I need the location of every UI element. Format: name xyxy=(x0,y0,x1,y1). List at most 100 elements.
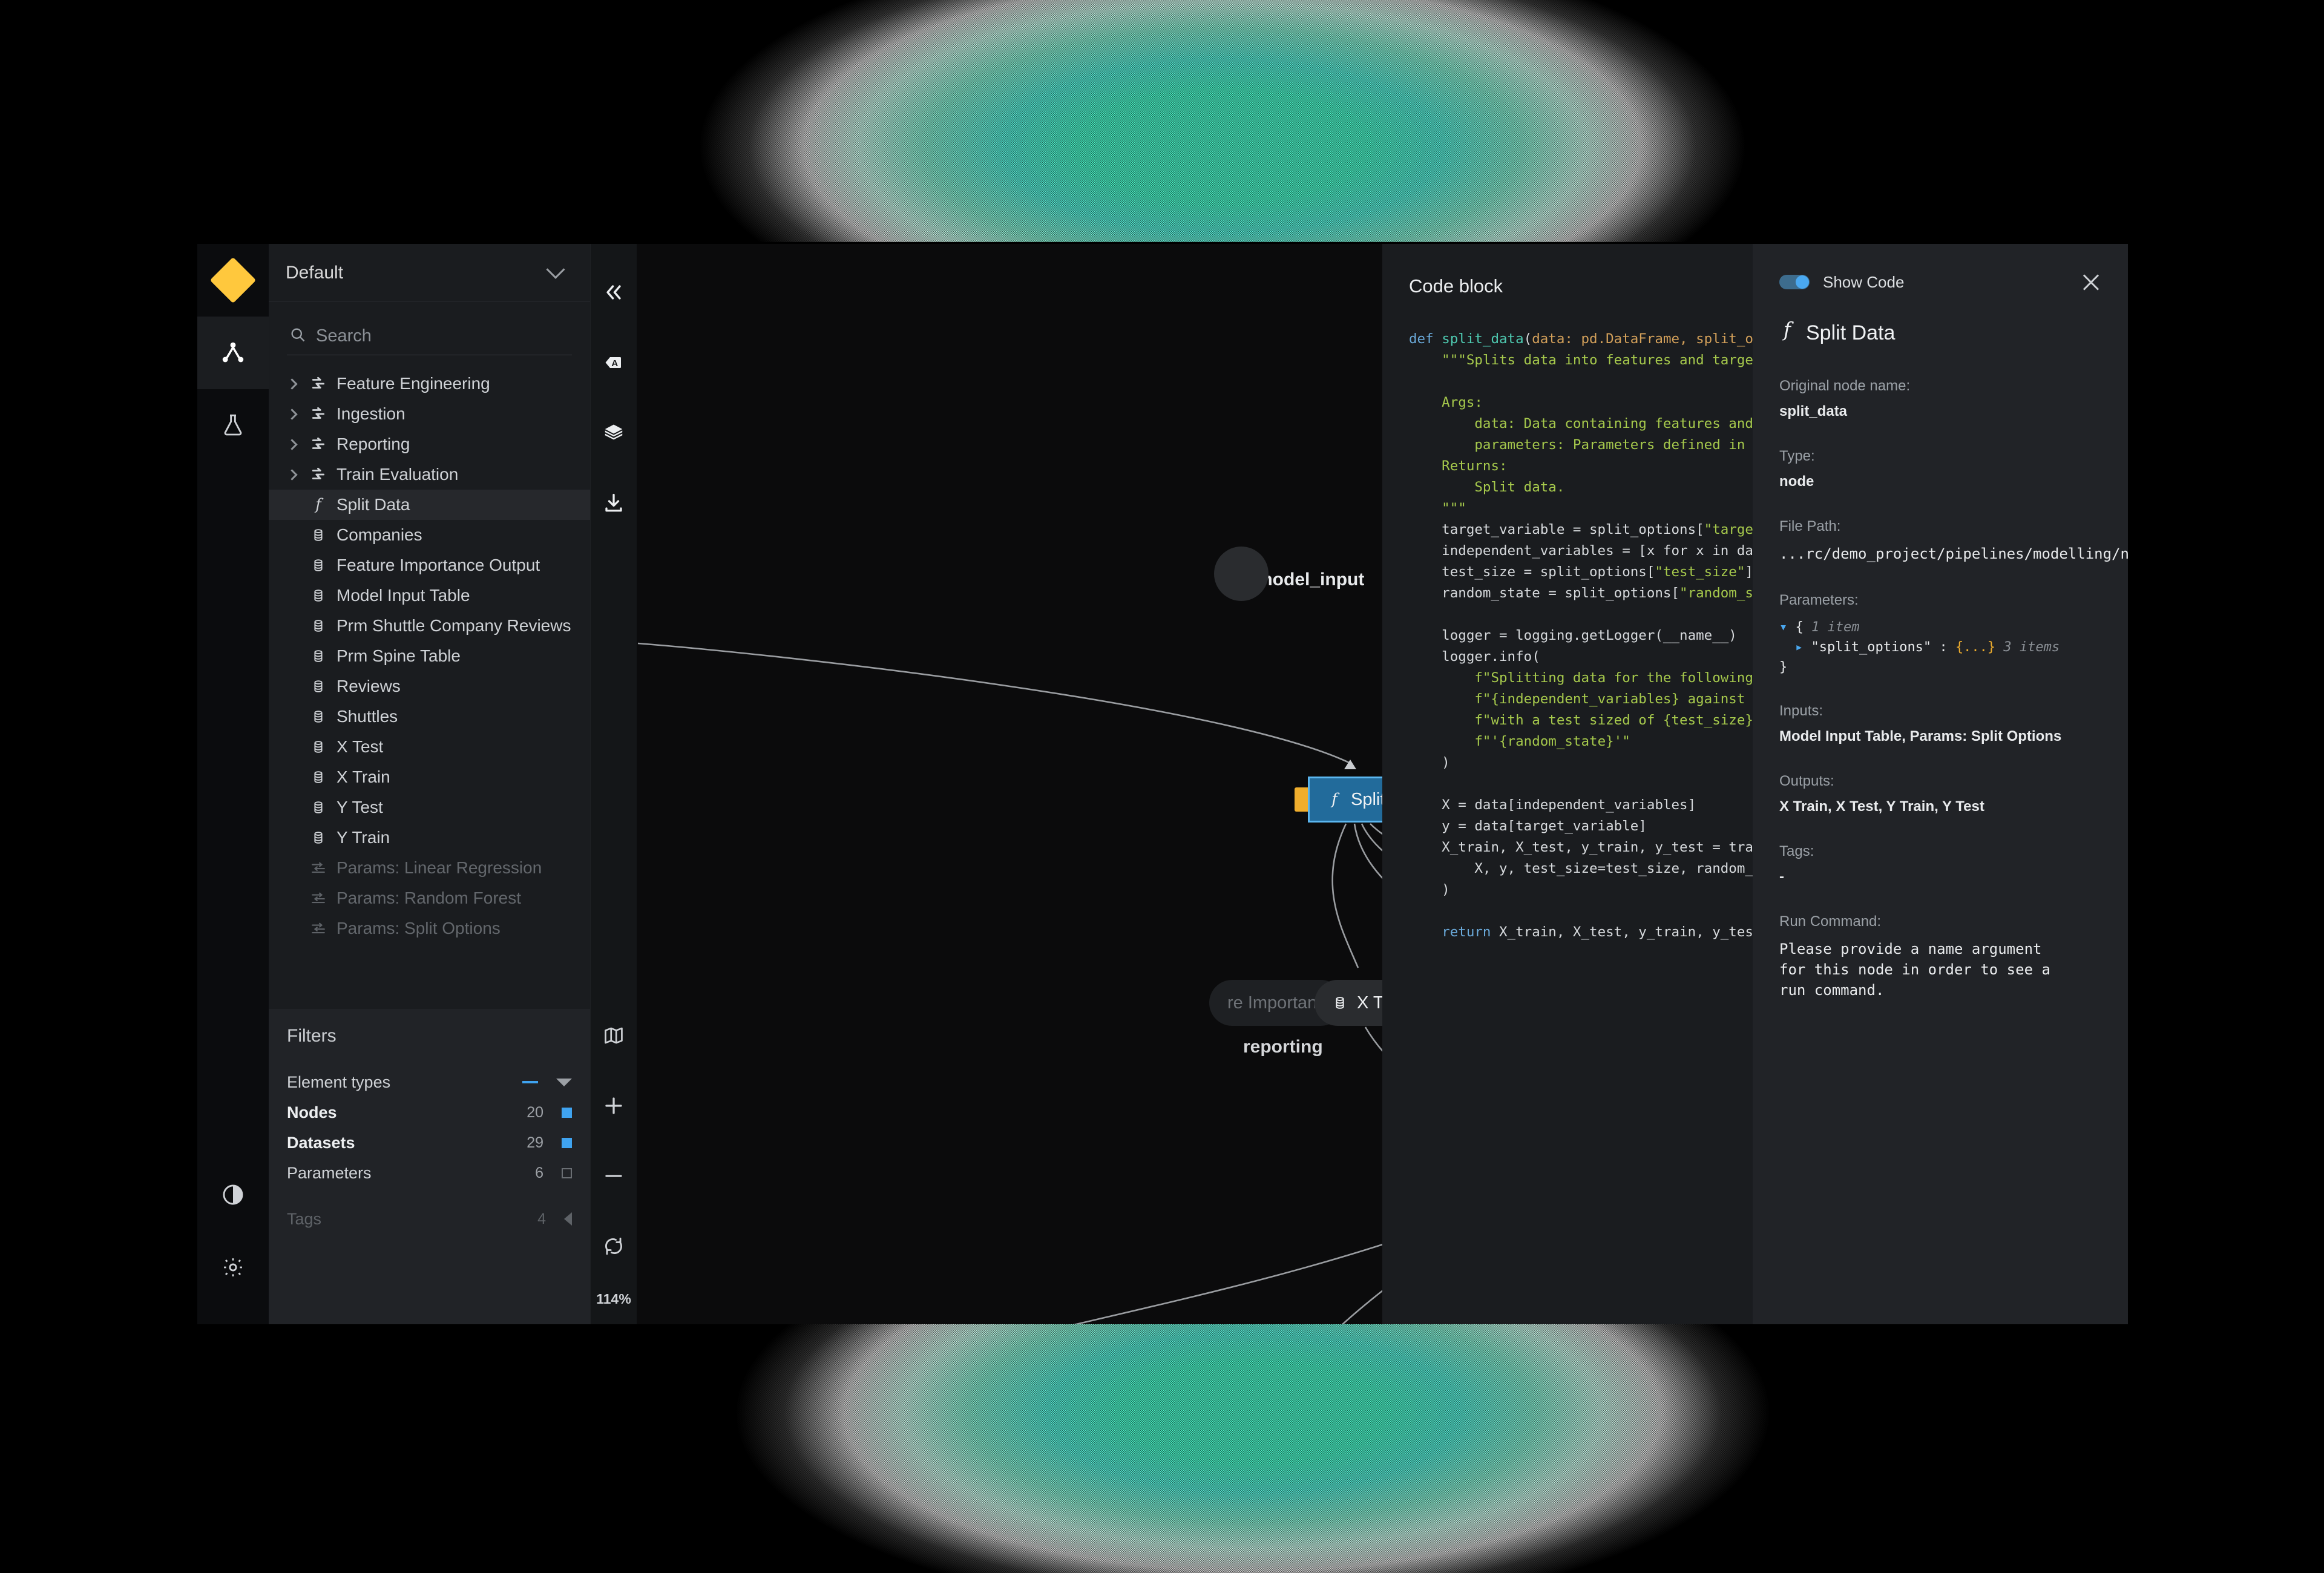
tree-item-label: Prm Shuttle Company Reviews xyxy=(336,616,571,635)
export-graph-button[interactable] xyxy=(591,478,637,531)
tree-item-label: X Train xyxy=(336,767,390,786)
toggle-minimap-button[interactable] xyxy=(591,1010,637,1063)
show-code-toggle[interactable] xyxy=(1779,275,1810,289)
tree-item-label: Y Test xyxy=(336,798,383,816)
chevron-down-icon[interactable] xyxy=(556,1078,572,1086)
metadata-inputs-label: Inputs: xyxy=(1779,703,1823,719)
kedro-logo[interactable] xyxy=(197,244,269,317)
metadata-tags-value: - xyxy=(1779,869,1784,885)
tree-item-params-random-forest[interactable]: Params: Random Forest xyxy=(269,883,590,913)
dataset-icon xyxy=(304,648,333,664)
filter-row-datasets[interactable]: Datasets 29 xyxy=(287,1128,572,1158)
function-icon: f xyxy=(304,496,333,513)
zoom-in-button[interactable] xyxy=(591,1080,637,1134)
search-input[interactable] xyxy=(316,326,570,346)
show-code-label: Show Code xyxy=(1823,272,1905,291)
decorative-glow-bottom xyxy=(708,1319,1797,1573)
tree-item-x-test[interactable]: X Test xyxy=(269,732,590,762)
rail-item-flowchart[interactable] xyxy=(197,317,269,389)
reset-zoom-button[interactable] xyxy=(591,1221,637,1274)
json-caret-closed-icon[interactable]: ▸ xyxy=(1795,640,1803,655)
tree-item-x-train[interactable]: X Train xyxy=(269,762,590,792)
dataset-icon xyxy=(304,739,333,755)
tree-item-prm-spine-table[interactable]: Prm Spine Table xyxy=(269,641,590,671)
rail-item-experiment-tracking[interactable] xyxy=(197,389,269,462)
search-area xyxy=(269,302,590,355)
search-icon xyxy=(289,326,306,346)
collapsed-node-circle[interactable] xyxy=(1214,547,1269,601)
tree-item-label: Params: Random Forest xyxy=(336,888,521,907)
dataset-icon xyxy=(304,618,333,634)
chevron-left-icon[interactable] xyxy=(564,1212,572,1226)
download-icon xyxy=(603,492,625,517)
filters-title: Filters xyxy=(287,1026,336,1046)
filter-row-nodes[interactable]: Nodes 20 xyxy=(287,1097,572,1128)
collapse-sidebar-button[interactable] xyxy=(591,267,637,320)
tree-item-split-data[interactable]: f Split Data xyxy=(269,490,590,520)
zoom-out-button[interactable] xyxy=(591,1151,637,1204)
tree-item-label: Params: Split Options xyxy=(336,919,501,938)
rail-item-theme-toggle[interactable] xyxy=(197,1158,269,1231)
filter-row-parameters[interactable]: Parameters 6 xyxy=(287,1158,572,1188)
tree-item-label: Shuttles xyxy=(336,707,398,726)
chevron-right-icon[interactable] xyxy=(280,468,304,481)
close-icon[interactable] xyxy=(2081,272,2101,292)
function-icon: f xyxy=(1328,791,1341,808)
map-icon xyxy=(603,1025,624,1049)
tree-item-label: Prm Spine Table xyxy=(336,646,461,665)
metadata-inputs-value: Model Input Table, Params: Split Options xyxy=(1779,728,2062,744)
tree-item-ingestion[interactable]: Ingestion xyxy=(269,399,590,429)
toggle-labels-button[interactable]: A xyxy=(591,337,637,390)
dataset-icon xyxy=(304,527,333,543)
indeterminate-dash-icon[interactable] xyxy=(522,1081,538,1083)
pipeline-selector[interactable]: Default xyxy=(269,244,590,302)
tree-item-shuttles[interactable]: Shuttles xyxy=(269,701,590,732)
filter-label: Nodes xyxy=(287,1103,337,1121)
tree-item-model-input-table[interactable]: Model Input Table xyxy=(269,580,590,611)
group-label-reporting: reporting xyxy=(1243,1037,1323,1057)
tree-item-feature-importance-output[interactable]: Feature Importance Output xyxy=(269,550,590,580)
filter-group-element-types[interactable]: Element types xyxy=(287,1067,572,1097)
flowchart-area[interactable]: model_input reporting fSplit Datare Impo… xyxy=(591,244,2128,1324)
chevron-right-icon[interactable] xyxy=(280,438,304,450)
flowchart-toolbar: A 114% xyxy=(591,244,637,1324)
filter-checkbox[interactable] xyxy=(562,1137,572,1148)
tree-item-feature-engineering[interactable]: Feature Engineering xyxy=(269,369,590,399)
tree-item-params-linear-regression[interactable]: Params: Linear Regression xyxy=(269,853,590,883)
tree-item-reporting[interactable]: Reporting xyxy=(269,429,590,459)
parameters-icon xyxy=(304,860,333,876)
tree-item-train-evaluation[interactable]: Train Evaluation xyxy=(269,459,590,490)
dataset-icon xyxy=(304,678,333,694)
tree-item-label: Y Train xyxy=(336,828,390,847)
filter-label: Parameters xyxy=(287,1163,372,1182)
tree-item-label: Train Evaluation xyxy=(336,465,459,484)
json-caret-open-icon[interactable]: ▾ xyxy=(1779,620,1787,635)
chevron-right-icon[interactable] xyxy=(280,378,304,390)
filter-checkbox[interactable] xyxy=(562,1107,572,1118)
metadata-run-command-value: Please provide a name argument for this … xyxy=(1779,941,2050,999)
filter-group-tags[interactable]: Tags 4 xyxy=(287,1204,572,1234)
filter-label: Datasets xyxy=(287,1133,355,1152)
tree-item-y-test[interactable]: Y Test xyxy=(269,792,590,823)
tree-item-reviews[interactable]: Reviews xyxy=(269,671,590,701)
tree-item-label: Model Input Table xyxy=(336,586,470,605)
filter-checkbox[interactable] xyxy=(562,1167,572,1178)
metadata-parameters-json[interactable]: ▾ { 1 item ▸ "split_options" : {...} 3 i… xyxy=(1779,617,2101,677)
chevron-right-icon[interactable] xyxy=(280,408,304,420)
gear-icon xyxy=(222,1256,245,1279)
contrast-icon xyxy=(222,1183,245,1206)
json-colon: : xyxy=(1939,640,1955,655)
dataset-icon xyxy=(304,769,333,785)
element-tree: Feature Engineering Ingestion Reporting Tra… xyxy=(269,355,590,1010)
dataset-icon xyxy=(304,588,333,603)
toggle-layers-button[interactable] xyxy=(591,407,637,461)
json-close-brace: } xyxy=(1779,660,1788,675)
tree-item-prm-shuttle-company-reviews[interactable]: Prm Shuttle Company Reviews xyxy=(269,611,590,641)
metadata-parameters-label: Parameters: xyxy=(1779,592,1859,608)
metadata-title-text: Split Data xyxy=(1806,321,1896,344)
tree-item-companies[interactable]: Companies xyxy=(269,520,590,550)
tree-item-y-train[interactable]: Y Train xyxy=(269,823,590,853)
rail-item-settings[interactable] xyxy=(197,1231,269,1304)
tree-item-params-split-options[interactable]: Params: Split Options xyxy=(269,913,590,944)
metadata-field-value: node xyxy=(1779,473,1814,490)
